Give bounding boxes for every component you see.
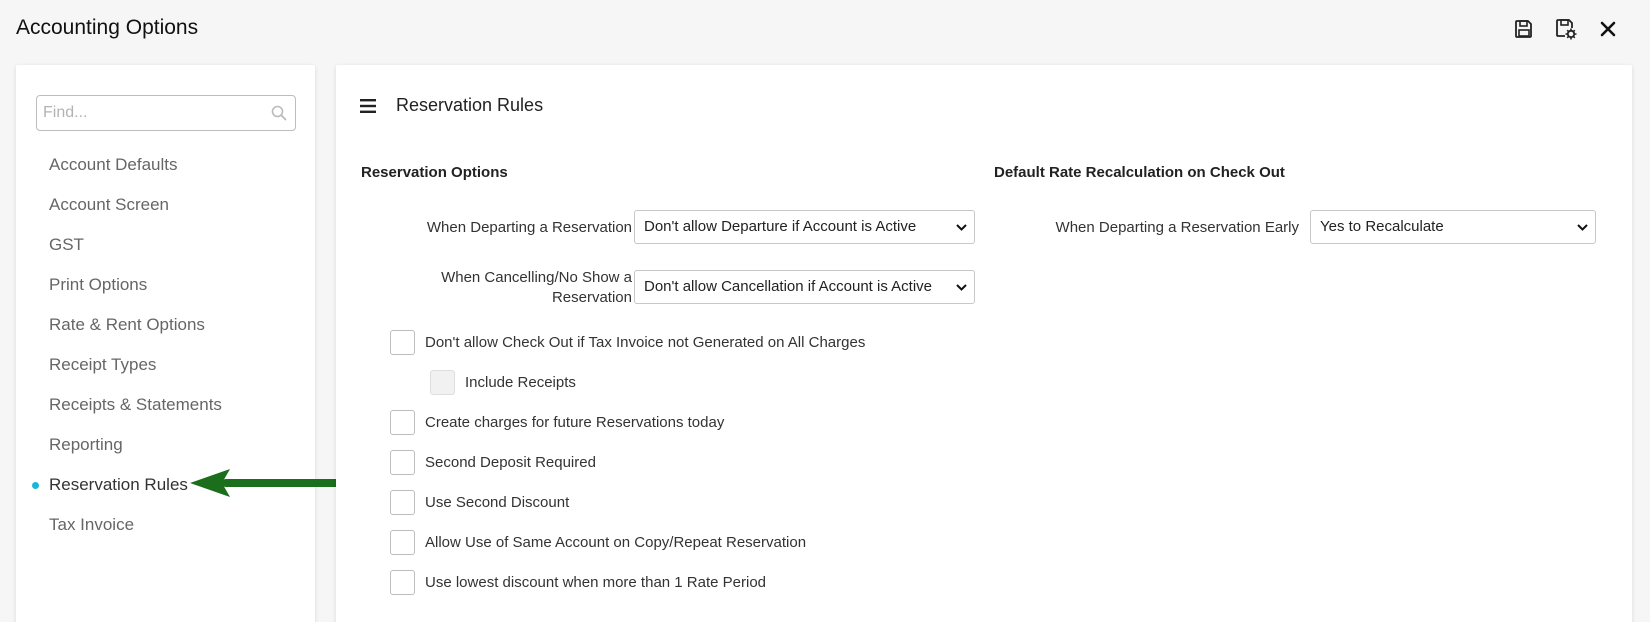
checkbox-same-account[interactable] bbox=[390, 530, 415, 555]
default-rate-heading: Default Rate Recalculation on Check Out bbox=[994, 164, 1285, 181]
cancelling-label: When Cancelling/No Show a Reservation bbox=[441, 268, 632, 308]
checkbox-second-discount[interactable] bbox=[390, 490, 415, 515]
save-settings-icon bbox=[1556, 19, 1577, 40]
check-row-same-account: Allow Use of Same Account on Copy/Repeat… bbox=[390, 530, 806, 555]
sidebar-item-reporting[interactable]: Reporting bbox=[16, 425, 315, 465]
cancelling-select-value: Don't allow Cancellation if Account is A… bbox=[644, 278, 933, 295]
sidebar-item-tax-invoice[interactable]: Tax Invoice bbox=[16, 505, 315, 545]
search-input[interactable] bbox=[37, 96, 257, 130]
toolbar bbox=[1512, 16, 1620, 42]
sidebar-item-receipt-types[interactable]: Receipt Types bbox=[16, 345, 315, 385]
save-settings-button[interactable] bbox=[1554, 16, 1578, 42]
checkbox-label: Create charges for future Reservations t… bbox=[425, 414, 725, 431]
close-button[interactable] bbox=[1596, 16, 1620, 42]
sidebar-item-rate-rent-options[interactable]: Rate & Rent Options bbox=[16, 305, 315, 345]
chevron-down-icon bbox=[956, 284, 967, 291]
check-row-include-receipts: Include Receipts bbox=[430, 370, 576, 395]
checkbox-label: Include Receipts bbox=[465, 374, 576, 391]
checkbox-label: Allow Use of Same Account on Copy/Repeat… bbox=[425, 534, 807, 551]
checkbox-label: Don't allow Check Out if Tax Invoice not… bbox=[425, 334, 866, 351]
sidebar-item-receipts-statements[interactable]: Receipts & Statements bbox=[16, 385, 315, 425]
hamburger-menu-icon[interactable] bbox=[360, 99, 376, 113]
window-title: Accounting Options bbox=[16, 16, 199, 39]
sidebar-item-print-options[interactable]: Print Options bbox=[16, 265, 315, 305]
early-departure-label: When Departing a Reservation Early bbox=[1055, 219, 1299, 236]
checkbox-include-receipts bbox=[430, 370, 455, 395]
sidebar-item-account-screen[interactable]: Account Screen bbox=[16, 185, 315, 225]
checkbox-tax-invoice[interactable] bbox=[390, 330, 415, 355]
check-row-second-deposit: Second Deposit Required bbox=[390, 450, 596, 475]
save-button[interactable] bbox=[1512, 16, 1536, 42]
sidebar-item-gst[interactable]: GST bbox=[16, 225, 315, 265]
checkbox-lowest-discount[interactable] bbox=[390, 570, 415, 595]
early-departure-select-value: Yes to Recalculate bbox=[1320, 218, 1444, 235]
search-box bbox=[36, 95, 296, 131]
save-icon bbox=[1515, 20, 1532, 38]
close-icon bbox=[1600, 21, 1616, 37]
early-departure-select[interactable]: Yes to Recalculate bbox=[1310, 210, 1596, 244]
main-panel: Reservation Rules Reservation Options De… bbox=[336, 65, 1632, 622]
checkbox-future-charges[interactable] bbox=[390, 410, 415, 435]
cancelling-label-line-2: Reservation bbox=[551, 289, 632, 306]
chevron-down-icon bbox=[956, 224, 967, 231]
checkbox-label: Use lowest discount when more than 1 Rat… bbox=[425, 574, 767, 591]
departing-label: When Departing a Reservation bbox=[426, 219, 632, 236]
cancelling-label-line-1: When Cancelling/No Show a bbox=[441, 269, 632, 286]
check-row-future-charges: Create charges for future Reservations t… bbox=[390, 410, 724, 435]
checkbox-label: Second Deposit Required bbox=[425, 454, 596, 471]
checkbox-label: Use Second Discount bbox=[425, 494, 570, 511]
check-row-lowest-discount: Use lowest discount when more than 1 Rat… bbox=[390, 570, 766, 595]
departing-select[interactable]: Don't allow Departure if Account is Acti… bbox=[634, 210, 975, 244]
sidebar: Account Defaults Account Screen GST Prin… bbox=[16, 65, 315, 622]
chevron-down-icon bbox=[1577, 224, 1588, 231]
reservation-options-heading: Reservation Options bbox=[361, 164, 508, 181]
checkbox-second-deposit[interactable] bbox=[390, 450, 415, 475]
check-row-tax-invoice: Don't allow Check Out if Tax Invoice not… bbox=[390, 330, 865, 355]
page-title: Reservation Rules bbox=[396, 95, 544, 115]
check-row-second-discount: Use Second Discount bbox=[390, 490, 569, 515]
departing-select-value: Don't allow Departure if Account is Acti… bbox=[644, 218, 917, 235]
pointer-arrow-icon bbox=[190, 469, 346, 497]
cancelling-select[interactable]: Don't allow Cancellation if Account is A… bbox=[634, 270, 975, 304]
search-icon[interactable] bbox=[271, 105, 287, 121]
sidebar-item-account-defaults[interactable]: Account Defaults bbox=[16, 145, 315, 185]
